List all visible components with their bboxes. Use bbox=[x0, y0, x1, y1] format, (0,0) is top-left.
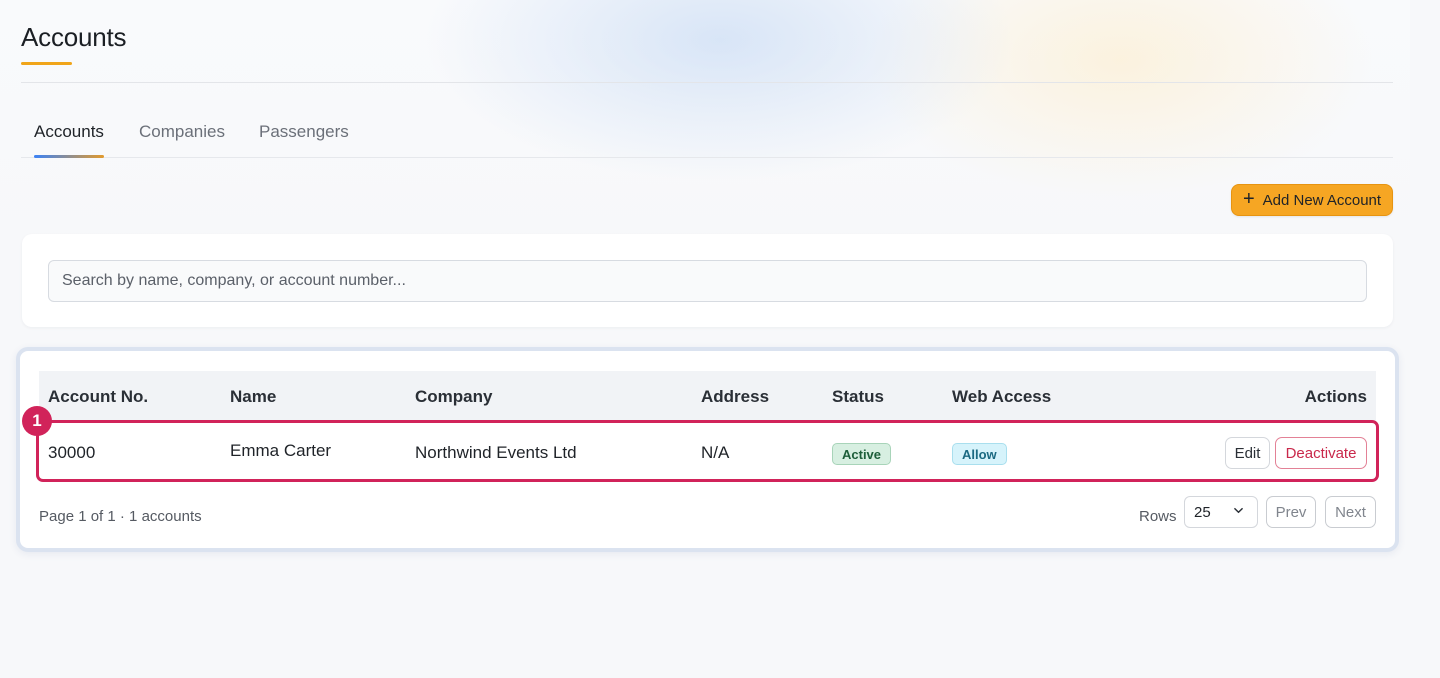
tab-companies[interactable]: Companies bbox=[139, 122, 225, 158]
row-marker-badge: 1 bbox=[22, 406, 52, 436]
tab-accounts[interactable]: Accounts bbox=[34, 122, 104, 158]
column-header-name: Name bbox=[230, 387, 277, 406]
table-header: Account No. Name Company Address Status … bbox=[39, 371, 1376, 421]
account-number-cell: 30000 bbox=[48, 443, 96, 462]
column-header-company: Company bbox=[415, 387, 493, 406]
status-badge: Active bbox=[832, 443, 892, 465]
search-input[interactable] bbox=[48, 260, 1367, 302]
column-header-web-access: Web Access bbox=[952, 387, 1052, 406]
tab-passengers[interactable]: Passengers bbox=[259, 122, 349, 158]
next-page-button[interactable]: Next bbox=[1325, 496, 1376, 528]
header-divider bbox=[21, 82, 1393, 83]
column-header-account-no: Account No. bbox=[48, 387, 149, 406]
title-underline bbox=[21, 62, 72, 65]
accounts-table-card: Account No. Name Company Address Status … bbox=[16, 347, 1399, 552]
prev-page-label: Prev bbox=[1275, 503, 1307, 521]
next-page-label: Next bbox=[1335, 503, 1366, 521]
add-new-account-button[interactable]: + Add New Account bbox=[1231, 184, 1393, 216]
page-title: Accounts bbox=[21, 22, 127, 52]
prev-page-button[interactable]: Prev bbox=[1266, 496, 1316, 528]
chevron-down-icon bbox=[1234, 507, 1243, 514]
tab-bar: Accounts Companies Passengers bbox=[21, 118, 1393, 158]
edit-button-label: Edit bbox=[1234, 444, 1261, 462]
rows-per-page-select[interactable]: 25 bbox=[1184, 496, 1258, 528]
tab-passengers-label: Passengers bbox=[259, 122, 349, 141]
web-access-badge: Allow bbox=[952, 443, 1007, 465]
search-card bbox=[22, 234, 1393, 327]
column-header-address: Address bbox=[701, 387, 770, 406]
accounts-page: Accounts Accounts Companies Passengers +… bbox=[0, 0, 1440, 678]
tab-companies-label: Companies bbox=[139, 122, 225, 141]
name-cell: Emma Carter bbox=[230, 441, 332, 460]
company-cell: Northwind Events Ltd bbox=[415, 443, 577, 462]
address-cell: N/A bbox=[701, 443, 730, 462]
active-tab-indicator bbox=[34, 155, 104, 158]
column-header-actions: Actions bbox=[1304, 387, 1367, 406]
rows-per-page-label: Rows bbox=[1139, 508, 1177, 525]
plus-icon: + bbox=[1242, 188, 1255, 210]
edit-button[interactable]: Edit bbox=[1225, 437, 1270, 469]
add-new-account-label: Add New Account bbox=[1262, 191, 1382, 209]
tab-accounts-label: Accounts bbox=[34, 122, 104, 141]
rows-per-page-value: 25 bbox=[1194, 503, 1211, 521]
table-row[interactable]: 30000 Emma Carter Northwind Events Ltd N… bbox=[38, 421, 1377, 480]
column-header-status: Status bbox=[832, 387, 884, 406]
deactivate-button[interactable]: Deactivate bbox=[1275, 437, 1367, 469]
pagination-summary: Page 1 of 1 · 1 accounts bbox=[39, 508, 202, 525]
deactivate-button-label: Deactivate bbox=[1285, 444, 1357, 462]
